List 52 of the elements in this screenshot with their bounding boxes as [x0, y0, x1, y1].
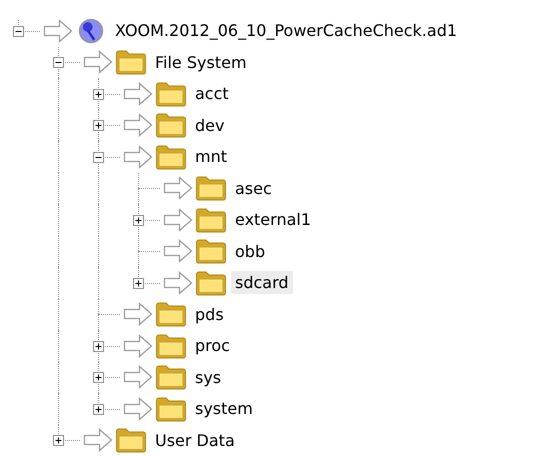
- tree-item[interactable]: XOOM.2012_06_10_PowerCacheCheck.ad1: [111, 19, 462, 42]
- folder-icon: [155, 396, 187, 422]
- arrow-icon: [83, 50, 113, 74]
- arrow-icon: [83, 428, 113, 452]
- arrow-icon: [163, 208, 193, 232]
- tree-item[interactable]: external1: [231, 208, 316, 232]
- folder-icon: [155, 301, 187, 328]
- tree-item[interactable]: pds: [191, 302, 228, 326]
- expand-toggle[interactable]: [93, 404, 104, 415]
- arrow-icon: [123, 396, 153, 421]
- tree-item[interactable]: sdcard: [231, 271, 293, 294]
- tree-item[interactable]: dev: [191, 114, 228, 137]
- arrow-icon: [123, 365, 153, 390]
- tree-item[interactable]: sys: [191, 366, 226, 389]
- tree-item[interactable]: mnt: [191, 145, 231, 168]
- arrow-icon: [123, 302, 153, 326]
- tree-item[interactable]: User Data: [151, 428, 239, 452]
- folder-icon: [195, 206, 227, 233]
- arrow-icon: [163, 176, 193, 200]
- arrow-icon: [123, 144, 153, 169]
- folder-icon: [115, 427, 147, 454]
- arrow-icon: [163, 270, 193, 295]
- expand-toggle[interactable]: [93, 372, 104, 384]
- arrow-icon: [123, 82, 153, 106]
- arrow-icon: [163, 239, 193, 264]
- expand-toggle[interactable]: [93, 340, 104, 352]
- folder-icon: [155, 364, 187, 390]
- tree-item[interactable]: system: [191, 397, 257, 420]
- expand-toggle[interactable]: [53, 57, 64, 68]
- tree-item[interactable]: acct: [191, 82, 233, 106]
- folder-icon: [195, 238, 227, 264]
- arrow-icon: [43, 18, 73, 43]
- expand-toggle[interactable]: [133, 214, 144, 226]
- folder-icon: [195, 175, 227, 202]
- expand-toggle[interactable]: [53, 435, 64, 446]
- folder-icon: [155, 112, 187, 138]
- folder-icon: [155, 80, 187, 107]
- expand-toggle[interactable]: [13, 26, 24, 37]
- folder-icon: [155, 144, 187, 170]
- folder-icon: [195, 270, 227, 296]
- expand-toggle[interactable]: [93, 88, 104, 100]
- expand-toggle[interactable]: [93, 120, 104, 132]
- folder-icon: [115, 49, 147, 76]
- tree-item[interactable]: asec: [231, 176, 276, 200]
- expand-toggle[interactable]: [93, 152, 104, 163]
- tree-item[interactable]: obb: [231, 240, 270, 263]
- arrow-icon: [123, 113, 153, 138]
- expand-toggle[interactable]: [133, 278, 144, 289]
- tree-item[interactable]: File System: [151, 50, 251, 74]
- tree-item[interactable]: proc: [191, 334, 234, 358]
- folder-icon: [155, 332, 187, 359]
- arrow-icon: [123, 334, 153, 358]
